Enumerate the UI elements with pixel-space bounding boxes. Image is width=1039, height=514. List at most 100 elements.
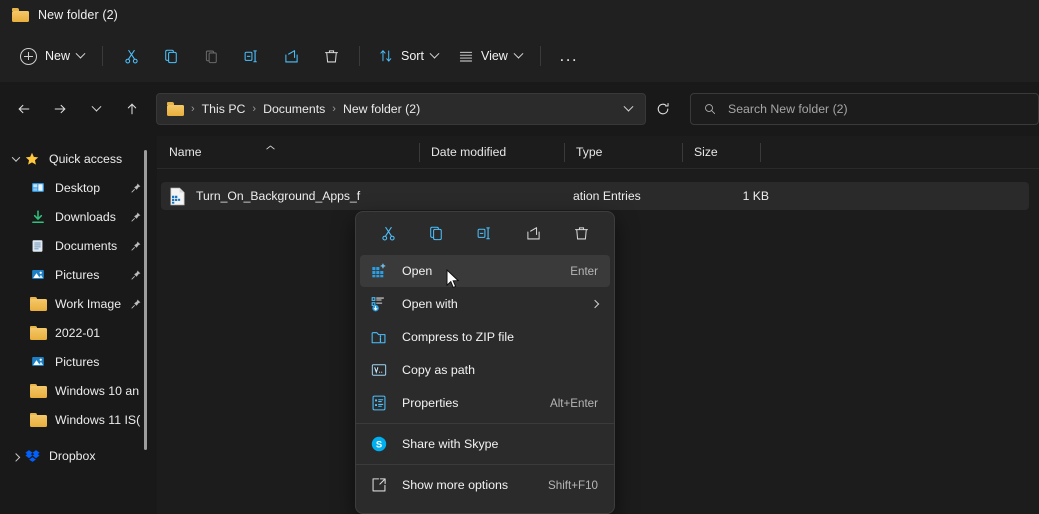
- copy-path-icon: [370, 361, 388, 379]
- toolbar-divider: [102, 46, 104, 66]
- rename-button[interactable]: [231, 39, 271, 73]
- context-menu-item-compress-zip[interactable]: Compress to ZIP file: [360, 321, 610, 353]
- ctx-rename-button[interactable]: [468, 218, 502, 248]
- column-header-row: Name Date modified Type Size: [157, 136, 1039, 169]
- up-button[interactable]: [116, 93, 148, 125]
- sort-icon: [380, 50, 392, 62]
- context-menu-icon-row: [356, 212, 614, 254]
- sidebar-item-documents[interactable]: Documents: [2, 231, 150, 260]
- search-input[interactable]: Search New folder (2): [728, 102, 848, 116]
- sidebar-item-2022-01[interactable]: 2022-01: [2, 318, 150, 347]
- refresh-icon: [657, 103, 669, 115]
- sort-ascending-icon: [266, 139, 275, 149]
- context-menu-item-open-with[interactable]: Open with: [360, 288, 610, 320]
- context-menu-accelerator: Alt+Enter: [549, 396, 598, 410]
- column-header-name[interactable]: Name: [157, 136, 419, 169]
- forward-button[interactable]: [44, 93, 76, 125]
- sidebar-item-pictures-2[interactable]: Pictures: [2, 347, 150, 376]
- address-bar[interactable]: › This PC › Documents › New folder (2): [156, 93, 646, 125]
- sort-label: Sort: [401, 49, 424, 63]
- refresh-button[interactable]: [648, 93, 678, 125]
- breadcrumb-item-new-folder-2[interactable]: New folder (2): [339, 99, 424, 119]
- sort-button[interactable]: Sort: [368, 39, 448, 73]
- context-menu-item-open[interactable]: Open Enter: [360, 255, 610, 287]
- pin-icon: [130, 297, 142, 309]
- sidebar-item-dropbox[interactable]: Dropbox: [2, 441, 150, 470]
- pin-icon: [130, 239, 142, 251]
- see-more-button[interactable]: ...: [549, 39, 589, 73]
- folder-icon: [167, 102, 184, 116]
- column-label: Type: [576, 145, 603, 159]
- sidebar-item-windows-11[interactable]: Windows 11 IS(: [2, 405, 150, 434]
- navigation-pane: Quick access Desktop Downloads Documents…: [0, 136, 156, 514]
- context-menu-item-share-with-skype[interactable]: S Share with Skype: [360, 428, 610, 460]
- context-menu-label: Compress to ZIP file: [402, 330, 515, 344]
- toolbar-divider-2: [359, 46, 361, 66]
- sidebar-label: Pictures: [55, 354, 100, 369]
- title-bar: New folder (2): [0, 0, 1039, 30]
- context-menu-label: Open with: [402, 297, 458, 311]
- column-header-type[interactable]: Type: [564, 136, 682, 169]
- back-arrow-icon: [18, 104, 30, 114]
- table-row[interactable]: Turn_On_Background_Apps_f ation Entries …: [161, 182, 1029, 210]
- context-menu-item-properties[interactable]: Properties Alt+Enter: [360, 387, 610, 419]
- search-box[interactable]: Search New folder (2): [690, 93, 1039, 125]
- toolbar-divider-3: [539, 46, 541, 66]
- paste-button[interactable]: [191, 39, 231, 73]
- chevron-down-icon: [429, 48, 440, 59]
- context-menu-label: Share with Skype: [402, 437, 499, 451]
- up-arrow-icon: [127, 103, 137, 115]
- navigation-bar: › This PC › Documents › New folder (2) S…: [0, 82, 1039, 136]
- folder-icon: [30, 412, 47, 427]
- breadcrumb-item-this-pc[interactable]: This PC: [198, 99, 250, 119]
- context-menu-item-copy-as-path[interactable]: Copy as path: [360, 354, 610, 386]
- chevron-down-icon[interactable]: [8, 152, 24, 162]
- context-menu-label: Open: [402, 264, 433, 278]
- scissors-icon: [382, 226, 395, 240]
- sidebar-scrollbar[interactable]: [144, 150, 147, 450]
- cell-type: ation Entries: [573, 189, 641, 203]
- star-icon: [24, 151, 41, 167]
- view-button[interactable]: View: [448, 39, 532, 73]
- open-with-icon: [370, 295, 388, 313]
- trash-icon: [324, 49, 338, 62]
- pin-icon: [130, 181, 142, 193]
- ctx-share-button[interactable]: [516, 218, 550, 248]
- registry-file-icon: [169, 187, 186, 206]
- cell-size: 1 KB: [742, 189, 769, 203]
- search-icon: [705, 104, 716, 115]
- context-menu-label: Properties: [402, 396, 459, 410]
- address-dropdown-button[interactable]: [617, 97, 639, 121]
- sidebar-item-downloads[interactable]: Downloads: [2, 202, 150, 231]
- sidebar-label: Dropbox: [49, 448, 96, 463]
- sidebar-item-pictures[interactable]: Pictures: [2, 260, 150, 289]
- chevron-right-icon[interactable]: [8, 452, 24, 462]
- sidebar-item-windows-10[interactable]: Windows 10 an: [2, 376, 150, 405]
- chevron-down-icon: [75, 48, 86, 59]
- copy-button[interactable]: [151, 39, 191, 73]
- ctx-delete-button[interactable]: [565, 218, 599, 248]
- sidebar-item-work-image[interactable]: Work Image: [2, 289, 150, 318]
- back-button[interactable]: [8, 93, 40, 125]
- share-button[interactable]: [271, 39, 311, 73]
- column-header-size[interactable]: Size: [682, 136, 760, 169]
- column-header-date-modified[interactable]: Date modified: [419, 136, 564, 169]
- cut-button[interactable]: [111, 39, 151, 73]
- skype-icon: S: [370, 435, 388, 453]
- breadcrumb-item-documents[interactable]: Documents: [259, 99, 329, 119]
- folder-icon: [12, 8, 29, 22]
- sidebar-item-desktop[interactable]: Desktop: [2, 173, 150, 202]
- context-menu-item-show-more-options[interactable]: Show more options Shift+F10: [360, 469, 610, 501]
- share-icon: [527, 226, 540, 239]
- ellipsis-icon: ...: [559, 46, 579, 65]
- new-button[interactable]: New: [14, 40, 94, 72]
- recent-locations-button[interactable]: [80, 93, 112, 125]
- delete-button[interactable]: [311, 39, 351, 73]
- ctx-cut-button[interactable]: [371, 218, 405, 248]
- pin-icon: [130, 268, 142, 280]
- sidebar-item-quick-access[interactable]: Quick access: [2, 144, 150, 173]
- column-label: Size: [694, 145, 718, 159]
- column-label: Date modified: [431, 145, 507, 159]
- chevron-right-icon: [590, 299, 600, 309]
- ctx-copy-button[interactable]: [420, 218, 454, 248]
